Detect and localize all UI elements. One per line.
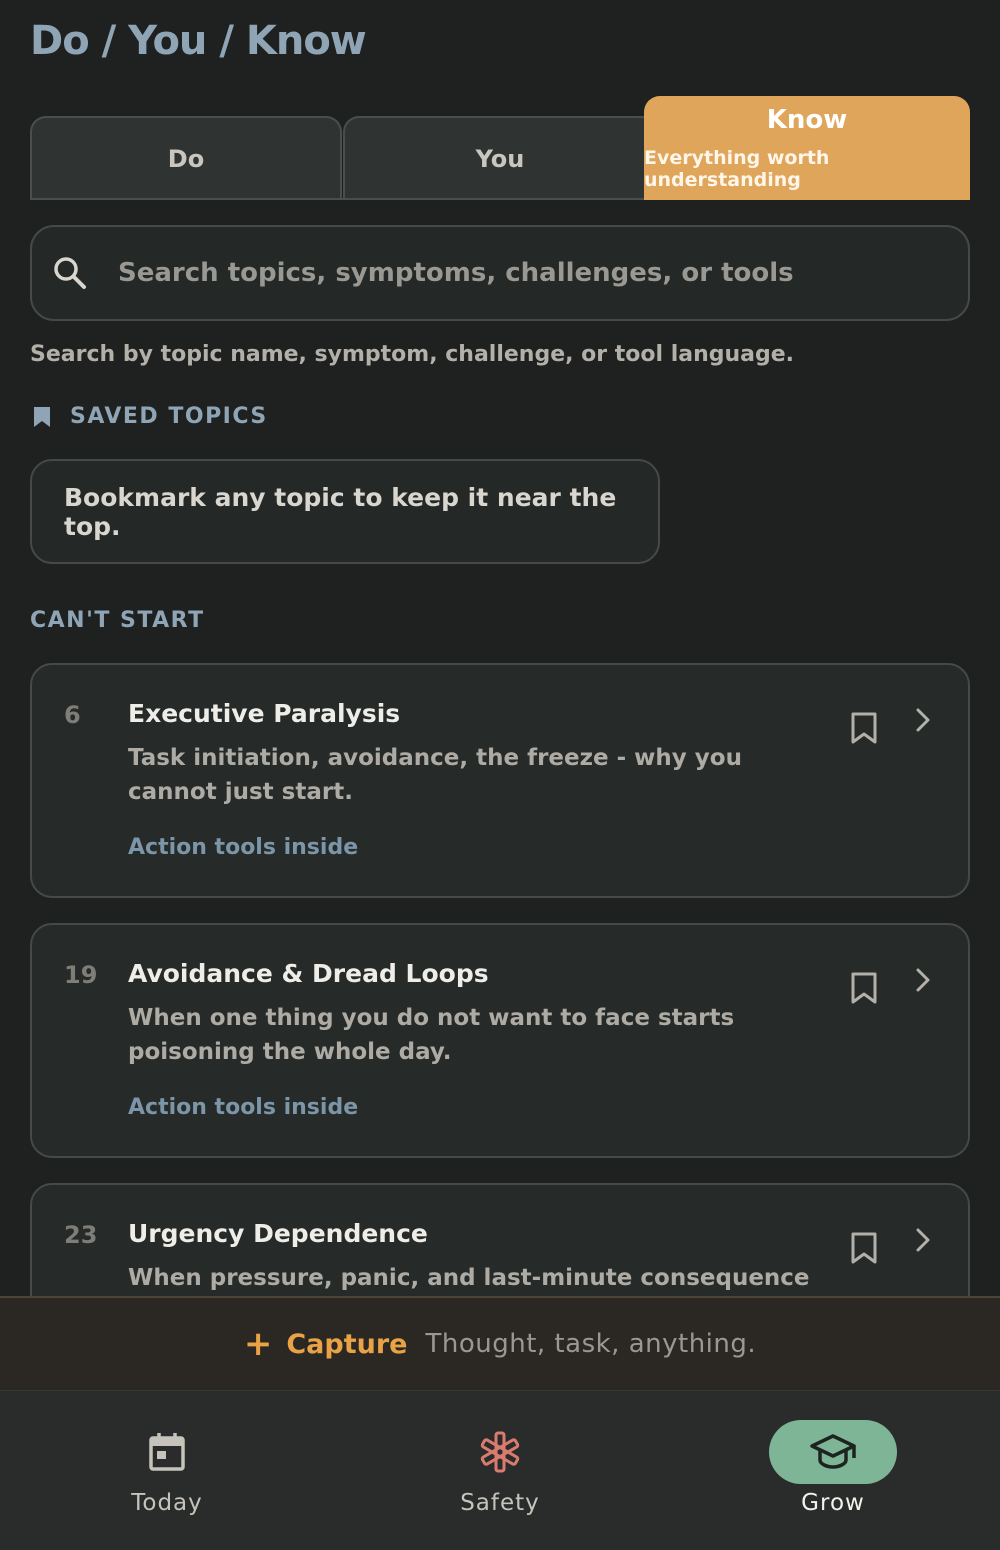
bottom-nav: Today Safety Grow bbox=[0, 1390, 1000, 1550]
tab-you[interactable]: You bbox=[343, 116, 657, 200]
chevron-right-icon bbox=[916, 708, 930, 732]
topic-number: 19 bbox=[64, 961, 98, 989]
nav-icon-wrap bbox=[436, 1420, 564, 1484]
topic-number: 6 bbox=[64, 701, 81, 729]
capture-bar[interactable]: + Capture Thought, task, anything. bbox=[0, 1296, 1000, 1390]
topic-description: When pressure, panic, and last-minute co… bbox=[128, 1265, 810, 1291]
nav-label: Grow bbox=[801, 1490, 865, 1516]
saved-topics-label: SAVED TOPICS bbox=[70, 404, 268, 429]
search-box[interactable] bbox=[30, 225, 970, 321]
tab-bar: Do You Know Everything worth understandi… bbox=[30, 96, 970, 200]
capture-label: Capture bbox=[286, 1328, 408, 1360]
graduation-cap-icon bbox=[810, 1434, 856, 1469]
tab-label: Do bbox=[167, 145, 205, 173]
tab-subtitle: Everything worth understanding bbox=[644, 147, 830, 191]
nav-item-grow[interactable]: Grow bbox=[666, 1391, 1000, 1550]
main-scroll-area[interactable]: Do / You / Know Do You Know Everything w… bbox=[0, 0, 1000, 1296]
bookmark-outline-icon[interactable] bbox=[850, 711, 878, 745]
topic-description: Task initiation, avoidance, the freeze -… bbox=[128, 745, 742, 805]
bookmark-outline-icon[interactable] bbox=[850, 1231, 878, 1265]
tab-know[interactable]: Know Everything worth understanding bbox=[644, 96, 970, 200]
page-title: Do / You / Know bbox=[30, 18, 367, 64]
bookmark-outline-icon[interactable] bbox=[850, 971, 878, 1005]
tab-divider bbox=[30, 198, 644, 200]
nav-label: Safety bbox=[460, 1490, 540, 1516]
topic-tag: Action tools inside bbox=[128, 835, 359, 860]
tab-do[interactable]: Do bbox=[30, 116, 342, 200]
calendar-icon bbox=[149, 1433, 185, 1471]
topic-title: Avoidance & Dread Loops bbox=[128, 959, 489, 988]
topic-card-executive-paralysis[interactable]: 6 Executive Paralysis Task initiation, a… bbox=[30, 663, 970, 898]
tab-label: You bbox=[475, 145, 525, 173]
plus-icon: + bbox=[243, 1324, 273, 1364]
topic-title: Urgency Dependence bbox=[128, 1219, 428, 1248]
nav-item-today[interactable]: Today bbox=[0, 1391, 334, 1550]
tab-label: Know bbox=[766, 105, 848, 135]
topic-card-avoidance-dread-loops[interactable]: 19 Avoidance & Dread Loops When one thin… bbox=[30, 923, 970, 1158]
nav-icon-wrap bbox=[103, 1420, 231, 1484]
search-input[interactable] bbox=[118, 258, 918, 288]
saved-empty-text: Bookmark any topic to keep it near the t… bbox=[64, 482, 617, 541]
section-header: CAN'T START bbox=[30, 608, 205, 633]
search-icon bbox=[54, 257, 86, 289]
bookmark-icon bbox=[34, 406, 50, 427]
asterisk-icon bbox=[480, 1431, 520, 1473]
saved-topics-empty: Bookmark any topic to keep it near the t… bbox=[30, 459, 660, 564]
topic-tag: Action tools inside bbox=[128, 1095, 359, 1120]
chevron-right-icon bbox=[916, 968, 930, 992]
nav-item-safety[interactable]: Safety bbox=[333, 1391, 667, 1550]
nav-icon-wrap-active bbox=[769, 1420, 897, 1484]
topic-number: 23 bbox=[64, 1221, 98, 1249]
topic-card-urgency-dependence[interactable]: 23 Urgency Dependence When pressure, pan… bbox=[30, 1183, 970, 1296]
topic-title: Executive Paralysis bbox=[128, 699, 401, 728]
search-hint: Search by topic name, symptom, challenge… bbox=[30, 342, 795, 367]
chevron-right-icon bbox=[916, 1228, 930, 1252]
topic-description: When one thing you do not want to face s… bbox=[128, 1005, 735, 1065]
nav-label: Today bbox=[131, 1490, 203, 1516]
saved-topics-header: SAVED TOPICS bbox=[32, 404, 268, 429]
capture-placeholder: Thought, task, anything. bbox=[425, 1329, 757, 1359]
